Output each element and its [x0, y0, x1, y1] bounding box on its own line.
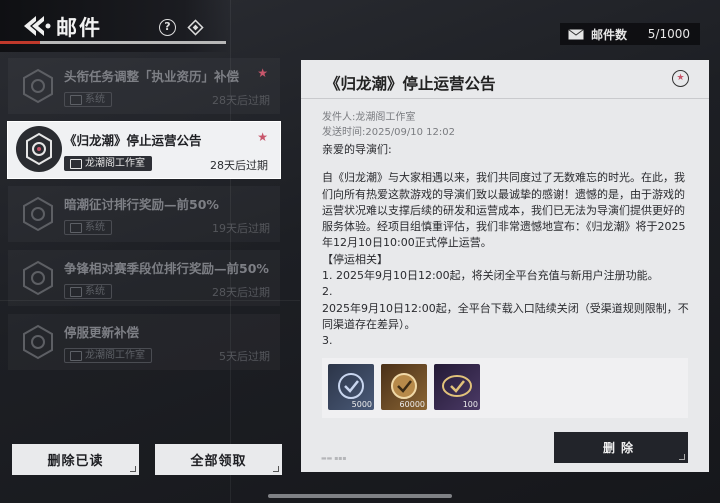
dragon-emblem-icon [23, 260, 53, 296]
sender-line: 发件人:龙潮阁工作室 [322, 112, 416, 123]
mail-list-item[interactable]: 停服更新补偿 龙潮阁工作室 5天后过期 [8, 314, 280, 370]
expiry-text: 28天后过期 [210, 159, 268, 172]
mail-list-item[interactable]: 头衔任务调整「执业资历」补偿 ★ 系统 28天后过期 [8, 58, 280, 114]
expiry-text: 28天后过期 [212, 286, 270, 299]
body-paragraph: 1. 2025年9月10日12:00起，将关闭全平台充值与新用户注册功能。 [322, 269, 659, 283]
attachment-rewards: 5000 60000 100 [322, 358, 688, 418]
mail-title: 暗潮征讨排行奖励—前50% [64, 197, 219, 212]
reward-quantity: 100 [462, 400, 478, 409]
mail-body: 亲爱的导演们: 自《归龙潮》与大家相遇以来，我们共同度过了无数难忘的时光。在此，… [322, 142, 694, 350]
mail-list-item-selected[interactable]: 《归龙潮》停止运营公告 ★ 龙潮阁工作室 28天后过期 [8, 122, 280, 178]
claim-all-button[interactable]: 全部领取 [155, 444, 282, 475]
mail-title: 《归龙潮》停止运营公告 [64, 133, 202, 148]
back-arrow-icon [24, 16, 51, 36]
settings-diamond-button[interactable] [187, 19, 204, 36]
sender-tag: 系统 [64, 92, 112, 107]
delete-read-button[interactable]: 删除已读 [12, 444, 139, 475]
body-paragraph: 【停运相关】 [322, 252, 388, 266]
expiry-text: 19天后过期 [212, 222, 270, 235]
reward-item[interactable]: 100 [434, 364, 480, 410]
back-button[interactable] [22, 14, 52, 38]
body-paragraph: 自《归龙潮》与大家相遇以来，我们共同度过了无数难忘的时光。在此，我们向所有热爱这… [322, 171, 686, 250]
header-underline [0, 41, 226, 44]
reward-quantity: 60000 [399, 400, 425, 409]
divider [301, 98, 709, 99]
body-paragraph: 亲爱的导演们: [322, 143, 392, 156]
dragon-emblem-icon [23, 196, 53, 232]
mail-count-value: 5/1000 [647, 27, 690, 41]
reward-item[interactable]: 5000 [328, 364, 374, 410]
reward-quantity: 5000 [351, 400, 372, 409]
sender-tag: 龙潮阁工作室 [64, 348, 152, 363]
sender-tag: 龙潮阁工作室 [64, 156, 152, 171]
help-button[interactable]: ? [159, 19, 176, 36]
expiry-text: 28天后过期 [212, 94, 270, 107]
page-title: 邮件 [56, 16, 102, 40]
mail-title: 争锋相对赛季段位排行奖励—前50% [64, 261, 269, 276]
body-paragraph: 2. [322, 285, 333, 299]
body-paragraph: 2025年9月10日12:00起，全平台下载入口陆续关闭（受渠道规则限制，不同渠… [322, 301, 689, 331]
mail-list-item[interactable]: 争锋相对赛季段位排行奖励—前50% 系统 28天后过期 [8, 250, 280, 306]
mail-title: 头衔任务调整「执业资历」补偿 [64, 69, 240, 84]
star-icon: ★ [257, 130, 268, 144]
body-spacer [322, 158, 694, 170]
detail-title: 《归龙潮》停止运营公告 [325, 75, 496, 93]
sender-tag: 系统 [64, 220, 112, 235]
corner-decoration: ▬▬ ▪▪▪ [321, 455, 347, 462]
dragon-emblem-icon [16, 126, 62, 172]
mail-title: 停服更新补偿 [64, 325, 140, 340]
header-bar: 邮件 ? [0, 0, 230, 52]
home-indicator-bar[interactable] [268, 494, 452, 498]
reward-item[interactable]: 60000 [381, 364, 427, 410]
sender-tag: 系统 [64, 284, 112, 299]
mail-count-label: 邮件数 [591, 27, 628, 42]
mail-count-indicator: 邮件数 5/1000 [560, 23, 700, 45]
favorite-star-icon[interactable]: ★ [672, 70, 689, 87]
expiry-text: 5天后过期 [219, 350, 270, 363]
diamond-icon [187, 19, 204, 36]
mail-list-item[interactable]: 暗潮征讨排行奖励—前50% 系统 19天后过期 [8, 186, 280, 242]
body-paragraph: 3. [322, 334, 333, 348]
dragon-emblem-icon [23, 324, 53, 360]
envelope-icon [568, 28, 584, 39]
mail-detail-panel: 《归龙潮》停止运营公告 ★ 发件人:龙潮阁工作室 发送时间:2025/09/10… [301, 60, 709, 472]
delete-button[interactable]: 删除 [554, 432, 688, 463]
star-icon: ★ [257, 66, 268, 80]
dragon-emblem-icon [23, 68, 53, 104]
send-time-line: 发送时间:2025/09/10 12:02 [322, 127, 456, 138]
